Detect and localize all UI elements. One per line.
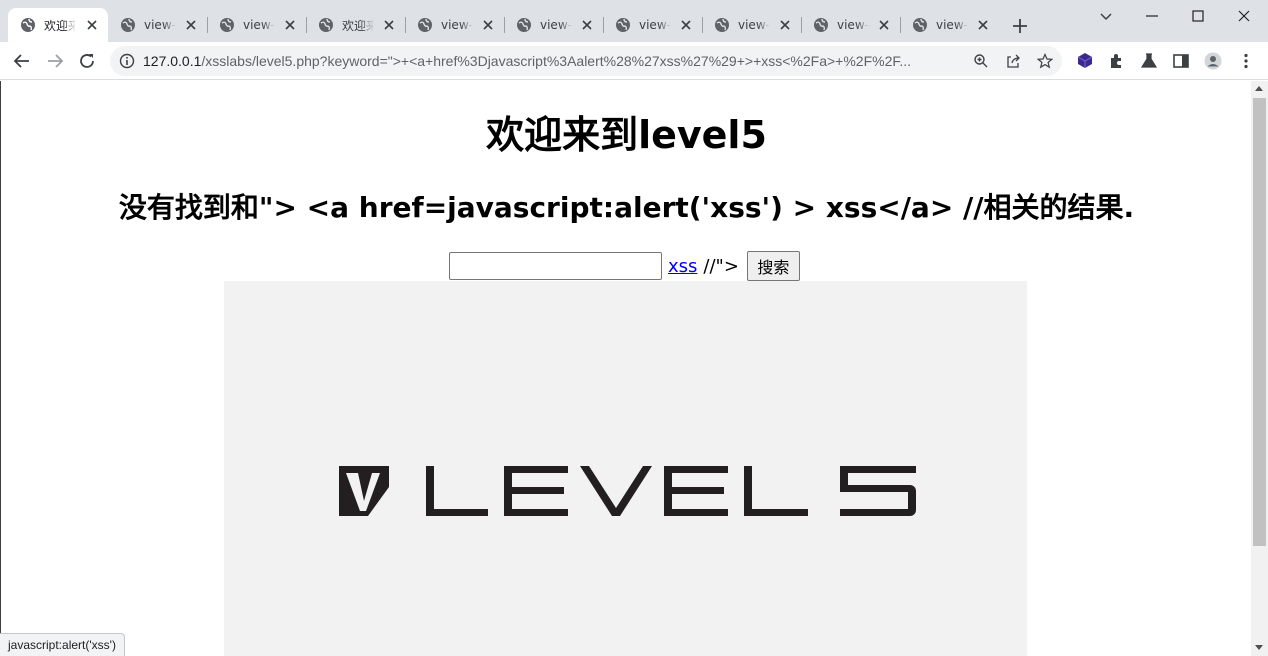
keyword-input[interactable] [449,252,662,280]
close-icon[interactable] [84,17,100,33]
minimize-icon[interactable] [1144,8,1160,24]
close-icon[interactable] [381,17,397,33]
page-viewport: 欢迎来到level5 没有找到和"> <a href=javascript:al… [0,81,1251,656]
close-window-icon[interactable] [1236,8,1252,24]
close-icon[interactable] [480,17,496,33]
url-host: 127.0.0.1 [143,53,202,69]
side-panel-icon[interactable] [1172,52,1190,70]
bookmark-star-icon[interactable] [1037,53,1053,69]
trailing-text: //"> [703,255,739,277]
globe-icon [220,18,234,32]
globe-icon [418,18,432,32]
scrollbar-thumb[interactable] [1253,98,1266,546]
info-icon[interactable] [119,53,135,69]
tab-strip: 欢迎来到level5 view-source: view-source: 欢迎来… [0,0,1268,42]
maximize-icon[interactable] [1190,8,1206,24]
globe-icon [21,18,35,32]
level5-logo [339,466,916,516]
profile-avatar-icon[interactable] [1204,52,1222,70]
close-icon[interactable] [579,17,595,33]
tab-view-source[interactable]: view-source: [207,8,307,42]
tab-title: 欢迎来到level5 [44,18,76,33]
scroll-down-arrow-icon[interactable] [1255,645,1263,650]
tab-level4[interactable]: 欢迎来到level4 [306,8,406,42]
reload-icon[interactable] [78,52,96,70]
tab-search-chevron-icon[interactable] [1098,8,1114,24]
extensions-puzzle-icon[interactable] [1108,52,1126,70]
tab-title: view-source: [738,18,770,32]
close-icon[interactable] [975,17,991,33]
status-bubble: javascript:alert('xss') [0,633,125,656]
labs-flask-icon[interactable] [1140,52,1158,70]
close-icon[interactable] [876,17,892,33]
tab-level5[interactable]: 欢迎来到level5 [8,8,108,42]
tab-title: view-source: [144,18,176,32]
browser-toolbar: 127.0.0.1/xsslabs/level5.php?keyword=">+… [0,42,1268,118]
extension-cube-icon[interactable] [1076,52,1094,70]
tab-view-source[interactable]: view-source: [702,8,802,42]
search-button[interactable]: 搜索 [746,251,800,281]
globe-icon [319,18,333,32]
level5-logo-image [224,281,1027,656]
tab-title: view-source: [441,18,473,32]
tab-title: view-source: [639,18,671,32]
search-result-message: 没有找到和"> <a href=javascript:alert('xss') … [118,191,1135,224]
tab-title: 欢迎来到level4 [342,18,374,33]
close-icon[interactable] [678,17,694,33]
tab-title: view-source: [243,18,275,32]
share-icon[interactable] [1005,53,1021,69]
tab-title: view-source: [540,18,572,32]
back-icon[interactable] [13,52,31,70]
globe-icon [715,18,729,32]
page-title: 欢迎来到level5 [486,113,767,157]
zoom-icon[interactable] [973,53,989,69]
forward-icon[interactable] [46,52,64,70]
injected-xss-link[interactable]: xss [668,256,697,277]
tab-title: view-source: [936,18,968,32]
globe-icon [814,18,828,32]
address-bar[interactable]: 127.0.0.1/xsslabs/level5.php?keyword=">+… [110,46,1062,76]
url-path: /xsslabs/level5.php?keyword=">+<a+href%3… [201,53,912,69]
tab-view-source[interactable]: view-source: [405,8,505,42]
tab-title: view-source: [837,18,869,32]
globe-icon [616,18,630,32]
scroll-up-arrow-icon[interactable] [1255,86,1263,91]
tab-view-source[interactable]: view-source: [603,8,703,42]
globe-icon [121,18,135,32]
browser-window: 欢迎来到level5 view-source: view-source: 欢迎来… [0,0,1268,656]
close-icon[interactable] [183,17,199,33]
vertical-scrollbar[interactable] [1251,81,1268,656]
menu-kebab-icon[interactable] [1237,52,1255,70]
new-tab-icon[interactable] [1011,17,1029,35]
tab-view-source[interactable]: view-source: [504,8,604,42]
url-text[interactable]: 127.0.0.1/xsslabs/level5.php?keyword=">+… [143,53,975,69]
close-icon[interactable] [282,17,298,33]
tab-view-source[interactable]: view-source: [801,8,901,42]
globe-icon [913,18,927,32]
search-form: xss //"> 搜索 [449,251,800,281]
tab-view-source[interactable]: view-source: [108,8,208,42]
tab-view-source[interactable]: view-source: [900,8,999,42]
globe-icon [517,18,531,32]
close-icon[interactable] [777,17,793,33]
